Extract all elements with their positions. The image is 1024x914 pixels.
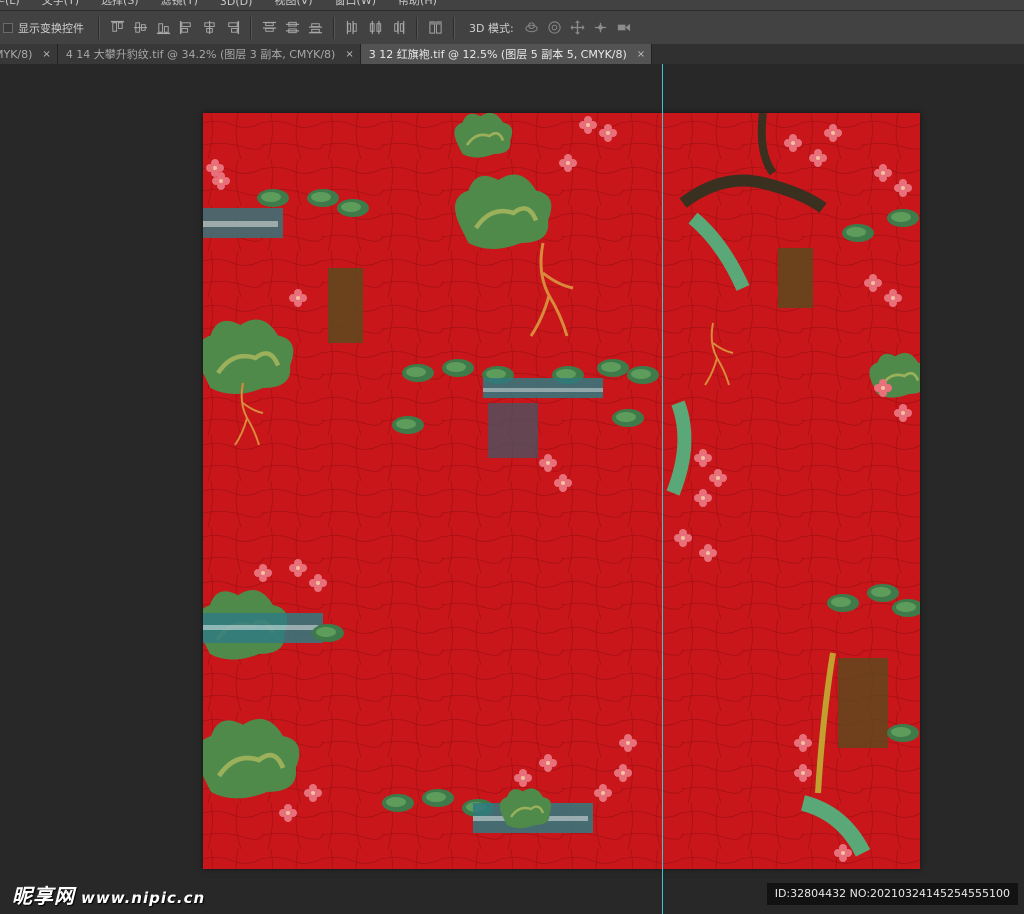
- scale-3d-icon[interactable]: [614, 18, 633, 37]
- tab-document-1[interactable]: MYK/8) ×: [0, 44, 58, 64]
- close-icon[interactable]: ×: [637, 49, 645, 60]
- align-left-icon[interactable]: [177, 18, 196, 37]
- 3d-mode-label: 3D 模式:: [469, 21, 514, 35]
- tab-document-2[interactable]: 4 14 大攀升豹纹.tif @ 34.2% (图层 3 副本, CMYK/8)…: [57, 44, 361, 64]
- menu-bar: 字(L) 文字(Y) 选择(S) 滤镜(T) 3D(D) 视图(V) 窗口(W)…: [0, 0, 1024, 10]
- distribute-left-icon[interactable]: [343, 18, 362, 37]
- options-bar: 显示变换控件 3D 模式:: [0, 10, 1024, 45]
- vertical-guide-line[interactable]: [662, 64, 663, 914]
- align-bottom-icon[interactable]: [154, 18, 173, 37]
- close-icon[interactable]: ×: [345, 49, 353, 60]
- align-hcenter-icon[interactable]: [200, 18, 219, 37]
- menu-item-3d[interactable]: 3D(D): [208, 0, 263, 10]
- divider: [250, 16, 252, 39]
- roll-3d-icon[interactable]: [545, 18, 564, 37]
- divider: [416, 16, 418, 39]
- menu-item-layer[interactable]: 字(L): [0, 0, 30, 10]
- align-right-icon[interactable]: [223, 18, 242, 37]
- menu-item-help[interactable]: 帮助(H): [386, 0, 447, 10]
- slide-3d-icon[interactable]: [591, 18, 610, 37]
- divider: [453, 16, 455, 39]
- tab-label: 3 12 红旗袍.tif @ 12.5% (图层 5 副本 5, CMYK/8): [368, 48, 627, 61]
- document-tab-bar: MYK/8) × 4 14 大攀升豹纹.tif @ 34.2% (图层 3 副本…: [0, 44, 1024, 64]
- close-icon[interactable]: ×: [42, 49, 50, 60]
- distribute-vcenter-icon[interactable]: [283, 18, 302, 37]
- pan-3d-icon[interactable]: [568, 18, 587, 37]
- menu-item-type[interactable]: 文字(Y): [30, 0, 89, 10]
- distribute-top-icon[interactable]: [260, 18, 279, 37]
- menu-item-view[interactable]: 视图(V): [262, 0, 322, 10]
- watermark-logo-text: 昵享网: [12, 884, 75, 908]
- menu-item-select[interactable]: 选择(S): [89, 0, 149, 10]
- distribute-hcenter-icon[interactable]: [366, 18, 385, 37]
- show-transform-checkbox[interactable]: [3, 22, 13, 33]
- photoshop-window: 字(L) 文字(Y) 选择(S) 滤镜(T) 3D(D) 视图(V) 窗口(W)…: [0, 0, 1024, 914]
- auto-align-icon[interactable]: [426, 18, 445, 37]
- show-transform-label: 显示变换控件: [18, 21, 84, 35]
- align-top-icon[interactable]: [108, 18, 127, 37]
- artwork-canvas[interactable]: [203, 113, 920, 869]
- watermark-id: ID:32804432 NO:20210324145254555100: [766, 883, 1018, 905]
- watermark-logo: 昵享网 www.nipic.cn: [12, 880, 205, 909]
- distribute-bottom-icon[interactable]: [306, 18, 325, 37]
- divider: [333, 16, 335, 39]
- watermark-url: www.nipic.cn: [81, 889, 206, 907]
- distribute-right-icon[interactable]: [389, 18, 408, 37]
- menu-item-filter[interactable]: 滤镜(T): [149, 0, 208, 10]
- tab-label: MYK/8): [0, 47, 33, 61]
- align-vcenter-icon[interactable]: [131, 18, 150, 37]
- menu-item-window[interactable]: 窗口(W): [323, 0, 386, 10]
- divider: [98, 16, 100, 39]
- tab-document-active[interactable]: 3 12 红旗袍.tif @ 12.5% (图层 5 副本 5, CMYK/8)…: [360, 44, 653, 64]
- orbit-3d-icon[interactable]: [522, 18, 541, 37]
- tab-label: 4 14 大攀升豹纹.tif @ 34.2% (图层 3 副本, CMYK/8): [65, 48, 336, 61]
